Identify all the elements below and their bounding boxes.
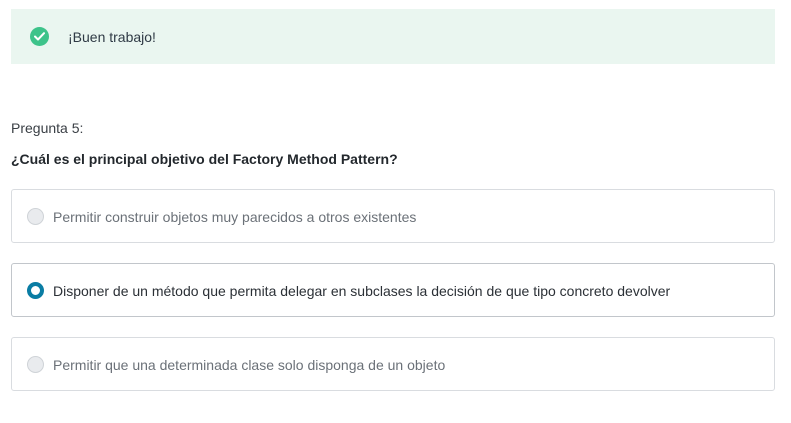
answer-option-label: Permitir que una determinada clase solo … <box>53 357 446 373</box>
quiz-page: ¡Buen trabajo! Pregunta 5: ¿Cuál es el p… <box>0 0 791 423</box>
answer-option-label: Disponer de un método que permita delega… <box>53 283 671 299</box>
answer-option-3[interactable]: Permitir que una determinada clase solo … <box>11 337 775 391</box>
question-number: Pregunta 5: <box>11 120 84 136</box>
radio-button-3[interactable] <box>27 356 44 373</box>
feedback-banner: ¡Buen trabajo! <box>11 9 775 64</box>
answer-option-1[interactable]: Permitir construir objetos muy parecidos… <box>11 189 775 243</box>
radio-button-1[interactable] <box>27 208 44 225</box>
answer-option-label: Permitir construir objetos muy parecidos… <box>53 209 417 225</box>
check-circle-icon <box>30 27 49 46</box>
feedback-message: ¡Buen trabajo! <box>68 29 156 45</box>
question-text: ¿Cuál es el principal objetivo del Facto… <box>11 151 398 167</box>
radio-button-2-selected[interactable] <box>27 282 44 299</box>
answer-option-2[interactable]: Disponer de un método que permita delega… <box>11 263 775 317</box>
